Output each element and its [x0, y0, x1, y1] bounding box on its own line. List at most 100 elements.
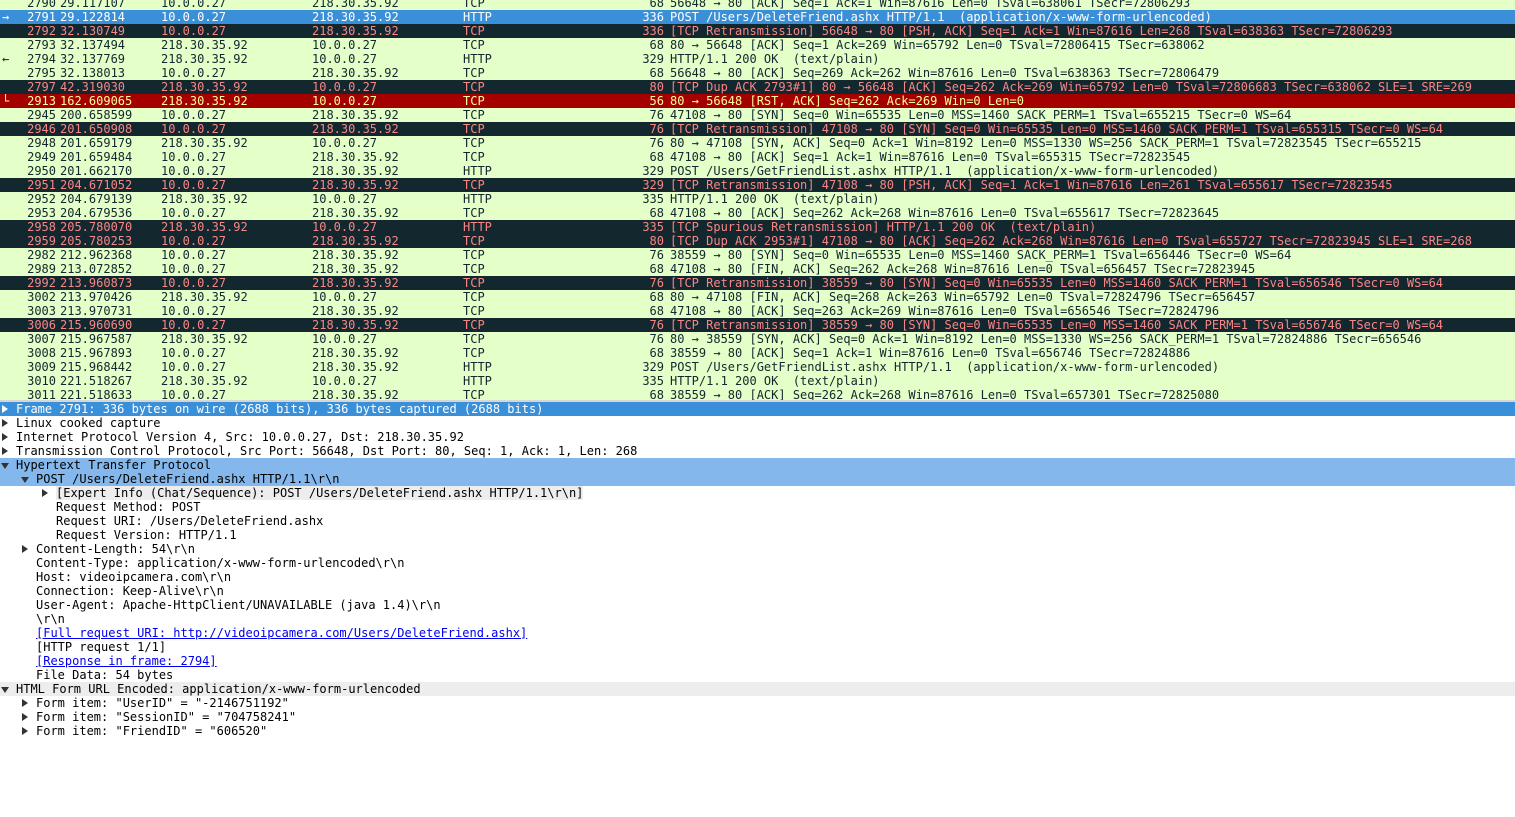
packet-row[interactable]: 2953 204.679536 10.0.0.27 218.30.35.92 TCP 68… — [0, 206, 1515, 220]
packet-proto: TCP — [463, 94, 485, 108]
detail-tree-item[interactable]: Linux cooked capture — [0, 416, 1515, 430]
packet-info: 80 → 38559 [SYN, ACK] Seq=0 Ack=1 Win=81… — [670, 332, 1422, 346]
packet-row[interactable]: 2797 42.319030 218.30.35.92 10.0.0.27 TCP 80 [… — [0, 80, 1515, 94]
packet-row[interactable]: 2948 201.659179 218.30.35.92 10.0.0.27 TCP 76… — [0, 136, 1515, 150]
collapsed-arrow-icon[interactable] — [0, 402, 10, 416]
packet-row[interactable]: └ 2913 162.609065 218.30.35.92 10.0.0.27 TCP 5… — [0, 94, 1515, 108]
detail-tree-item[interactable]: Form item: "FriendID" = "606520" — [0, 724, 1515, 738]
detail-tree-item[interactable]: [Response in frame: 2794] — [0, 654, 1515, 668]
collapsed-arrow-icon[interactable] — [20, 696, 30, 710]
packet-row[interactable]: 2950 201.662170 10.0.0.27 218.30.35.92 HTTP 3… — [0, 164, 1515, 178]
packet-no: 3006 — [27, 318, 56, 332]
detail-tree-item[interactable]: [HTTP request 1/1] — [0, 640, 1515, 654]
packet-info: 47108 → 80 [FIN, ACK] Seq=262 Ack=268 Wi… — [670, 262, 1256, 276]
detail-tree-item[interactable]: Hypertext Transfer Protocol — [0, 458, 1515, 472]
detail-text: Request Method: POST — [56, 500, 201, 514]
packet-time: 200.658599 — [60, 108, 133, 122]
packet-row[interactable]: 2951 204.671052 10.0.0.27 218.30.35.92 TCP 32… — [0, 178, 1515, 192]
packet-row[interactable]: 2992 213.960873 10.0.0.27 218.30.35.92 TCP 76… — [0, 276, 1515, 290]
expanded-arrow-icon[interactable] — [0, 682, 10, 696]
packet-row[interactable]: 3007 215.967587 218.30.35.92 10.0.0.27 TCP 76… — [0, 332, 1515, 346]
detail-tree-item[interactable]: \r\n — [0, 612, 1515, 626]
packet-info: HTTP/1.1 200 OK (text/plain) — [670, 192, 880, 206]
detail-link[interactable]: [Response in frame: 2794] — [36, 654, 217, 668]
detail-tree-item[interactable]: User-Agent: Apache-HttpClient/UNAVAILABL… — [0, 598, 1515, 612]
packet-details-tree[interactable]: Frame 2791: 336 bytes on wire (2688 bits… — [0, 402, 1515, 817]
packet-row[interactable]: 2989 213.072852 10.0.0.27 218.30.35.92 TCP 68… — [0, 262, 1515, 276]
packet-row[interactable]: 2949 201.659484 10.0.0.27 218.30.35.92 TCP 68… — [0, 150, 1515, 164]
packet-src: 10.0.0.27 — [161, 178, 227, 192]
packet-no: 3007 — [27, 332, 56, 346]
packet-row[interactable]: 2946 201.650908 10.0.0.27 218.30.35.92 TCP 76… — [0, 122, 1515, 136]
collapsed-arrow-icon[interactable] — [0, 444, 10, 458]
packet-no: 2953 — [27, 206, 56, 220]
packet-row[interactable]: 3011 221.518633 10.0.0.27 218.30.35.92 TCP 68… — [0, 388, 1515, 400]
expanded-arrow-icon[interactable] — [0, 458, 10, 472]
packet-row[interactable]: 2792 32.130749 10.0.0.27 218.30.35.92 TCP 336… — [0, 24, 1515, 38]
packet-row[interactable]: 2793 32.137494 218.30.35.92 10.0.0.27 TCP 68 8… — [0, 38, 1515, 52]
packet-row[interactable]: 2958 205.780070 218.30.35.92 10.0.0.27 HTTP 3… — [0, 220, 1515, 234]
collapsed-arrow-icon[interactable] — [0, 416, 10, 430]
detail-tree-item[interactable]: Content-Type: application/x-www-form-url… — [0, 556, 1515, 570]
detail-tree-item[interactable]: Host: videoipcamera.com\r\n — [0, 570, 1515, 584]
collapsed-arrow-icon[interactable] — [0, 430, 10, 444]
packet-time: 29.117107 — [60, 0, 126, 10]
packet-len: 329 — [642, 360, 664, 374]
detail-tree-item[interactable]: Transmission Control Protocol, Src Port:… — [0, 444, 1515, 458]
packet-info: HTTP/1.1 200 OK (text/plain) — [670, 374, 880, 388]
detail-tree-item[interactable]: Request URI: /Users/DeleteFriend.ashx — [0, 514, 1515, 528]
packet-time: 201.650908 — [60, 122, 133, 136]
packet-row[interactable]: 3009 215.968442 10.0.0.27 218.30.35.92 HTTP 3… — [0, 360, 1515, 374]
detail-link[interactable]: [Full request URI: http://videoipcamera.… — [36, 626, 527, 640]
packet-row[interactable]: ← 2794 32.137769 218.30.35.92 10.0.0.27 HTTP 3… — [0, 52, 1515, 66]
packet-row[interactable]: 2959 205.780253 10.0.0.27 218.30.35.92 TCP 80… — [0, 234, 1515, 248]
packet-len: 80 — [649, 234, 664, 248]
packet-time: 215.967893 — [60, 346, 133, 360]
packet-row[interactable]: 2795 32.138013 10.0.0.27 218.30.35.92 TCP 68 5… — [0, 66, 1515, 80]
packet-row[interactable]: 3002 213.970426 218.30.35.92 10.0.0.27 TCP 68… — [0, 290, 1515, 304]
detail-tree-item[interactable]: Internet Protocol Version 4, Src: 10.0.0… — [0, 430, 1515, 444]
packet-list[interactable]: 2790 29.117107 10.0.0.27 218.30.35.92 TCP 68 5… — [0, 0, 1515, 400]
packet-src: 10.0.0.27 — [161, 66, 227, 80]
packet-row[interactable]: 2952 204.679139 218.30.35.92 10.0.0.27 HTTP 3… — [0, 192, 1515, 206]
packet-time: 205.780253 — [60, 234, 133, 248]
packet-proto: TCP — [463, 38, 485, 52]
detail-tree-item[interactable]: HTML Form URL Encoded: application/x-www… — [0, 682, 1515, 696]
collapsed-arrow-icon[interactable] — [40, 486, 50, 500]
detail-tree-item[interactable]: [Expert Info (Chat/Sequence): POST /User… — [0, 486, 1515, 500]
packet-row[interactable]: 3006 215.960690 10.0.0.27 218.30.35.92 TCP 76… — [0, 318, 1515, 332]
packet-src: 10.0.0.27 — [161, 108, 227, 122]
detail-tree-item[interactable]: File Data: 54 bytes — [0, 668, 1515, 682]
packet-len: 76 — [649, 318, 664, 332]
detail-tree-item[interactable]: POST /Users/DeleteFriend.ashx HTTP/1.1\r… — [0, 472, 1515, 486]
detail-tree-item[interactable]: Request Method: POST — [0, 500, 1515, 514]
packet-time: 221.518633 — [60, 388, 133, 400]
packet-dst: 218.30.35.92 — [312, 0, 399, 10]
packet-row[interactable]: 2982 212.962368 10.0.0.27 218.30.35.92 TCP 76… — [0, 248, 1515, 262]
detail-tree-item[interactable]: [Full request URI: http://videoipcamera.… — [0, 626, 1515, 640]
packet-row[interactable]: 3003 213.970731 10.0.0.27 218.30.35.92 TCP 68… — [0, 304, 1515, 318]
collapsed-arrow-icon[interactable] — [20, 710, 30, 724]
detail-tree-item[interactable]: Form item: "UserID" = "-2146751192" — [0, 696, 1515, 710]
collapsed-arrow-icon[interactable] — [20, 542, 30, 556]
detail-tree-item[interactable]: Request Version: HTTP/1.1 — [0, 528, 1515, 542]
detail-text: File Data: 54 bytes — [36, 668, 174, 682]
packet-proto: TCP — [463, 290, 485, 304]
detail-tree-item[interactable]: Frame 2791: 336 bytes on wire (2688 bits… — [0, 402, 1515, 416]
detail-tree-item[interactable]: Content-Length: 54\r\n — [0, 542, 1515, 556]
packet-proto: HTTP — [463, 10, 492, 24]
packet-row[interactable]: 2790 29.117107 10.0.0.27 218.30.35.92 TCP 68 5… — [0, 0, 1515, 10]
packet-dst: 10.0.0.27 — [312, 136, 378, 150]
packet-no: 3008 — [27, 346, 56, 360]
detail-tree-item[interactable]: Connection: Keep-Alive\r\n — [0, 584, 1515, 598]
packet-src: 10.0.0.27 — [161, 234, 227, 248]
collapsed-arrow-icon[interactable] — [20, 724, 30, 738]
packet-row[interactable]: → 2791 29.122814 10.0.0.27 218.30.35.92 HTTP 3… — [0, 10, 1515, 24]
packet-row[interactable]: 3008 215.967893 10.0.0.27 218.30.35.92 TCP 68… — [0, 346, 1515, 360]
packet-no: 3002 — [27, 290, 56, 304]
packet-row[interactable]: 2945 200.658599 10.0.0.27 218.30.35.92 TCP 76… — [0, 108, 1515, 122]
packet-row[interactable]: 3010 221.518267 218.30.35.92 10.0.0.27 HTTP 3… — [0, 374, 1515, 388]
detail-tree-item[interactable]: Form item: "SessionID" = "704758241" — [0, 710, 1515, 724]
packet-src: 218.30.35.92 — [161, 374, 248, 388]
expanded-arrow-icon[interactable] — [20, 472, 30, 486]
